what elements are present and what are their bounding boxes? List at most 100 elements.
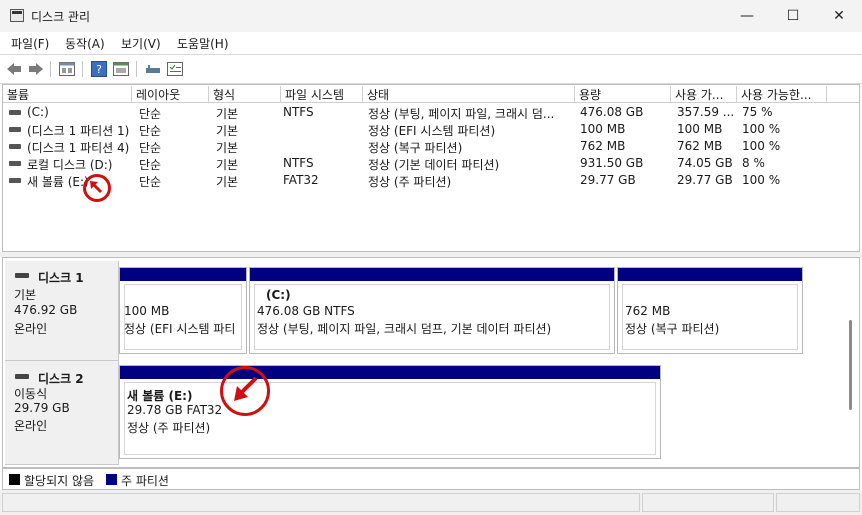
disk-icon — [15, 273, 29, 278]
menu-bar: 파일(F) 동작(A) 보기(V) 도움말(H) — [0, 32, 862, 54]
partition-size: 100 MB — [124, 304, 170, 318]
partition-title: (C:) — [266, 288, 291, 302]
cell-free-space: 357.59 ... — [677, 105, 735, 119]
cell-percent-free: 100 % — [742, 139, 781, 153]
toolbar: ? — [0, 54, 862, 84]
column-free-space[interactable]: 사용 가... — [671, 86, 737, 103]
cell-capacity: 476.08 GB — [580, 105, 644, 119]
cell-status: 정상 (부팅, 페이지 파일, 크래시 덤... — [368, 107, 555, 121]
disk-name: 디스크 1 — [38, 271, 84, 285]
volume-list-header: 볼륨 레이아웃 형식 파일 시스템 상태 용량 사용 가... 사용 가능한..… — [3, 85, 859, 103]
cell-type: 기본 — [216, 107, 239, 121]
partition-type-bar — [120, 268, 246, 281]
forward-arrow-icon[interactable] — [27, 60, 45, 78]
cell-layout: 단순 — [139, 107, 162, 121]
status-segment — [776, 493, 860, 512]
annotation-circle — [83, 174, 111, 202]
drive-icon — [9, 127, 21, 132]
partition-c[interactable]: (C:) 476.08 GB NTFS 정상 (부팅, 페이지 파일, 크래시 … — [249, 267, 615, 354]
cell-free-space: 29.77 GB — [677, 173, 733, 187]
cell-file-system: NTFS — [283, 156, 314, 170]
partition-type-bar — [618, 268, 802, 281]
column-volume[interactable]: 볼륨 — [3, 86, 132, 103]
drive-icon — [9, 178, 21, 183]
partition-size: 762 MB — [625, 304, 671, 318]
menu-action[interactable]: 동작(A) — [65, 35, 105, 52]
table-row[interactable]: 로컬 디스크 (D:) 단순 기본 NTFS 정상 (기본 데이터 파티션) 9… — [3, 155, 859, 172]
cell-percent-free: 100 % — [742, 122, 781, 136]
disk-2-label[interactable]: 디스크 2 이동식 29.79 GB 온라인 — [5, 361, 119, 465]
partition-recovery[interactable]: 762 MB 정상 (복구 파티션) — [617, 267, 803, 354]
disk-graphical-view: 디스크 1 기본 476.92 GB 온라인 100 MB 정상 (EFI 시스… — [2, 257, 860, 468]
cell-file-system: FAT32 — [283, 173, 319, 187]
cell-volume: (디스크 1 파티션 4) — [27, 141, 130, 155]
menu-view[interactable]: 보기(V) — [121, 35, 161, 52]
properties-icon[interactable] — [58, 60, 76, 78]
primary-partition-swatch — [106, 474, 117, 485]
disk-management-app-icon — [10, 9, 24, 22]
partition-legend: 할당되지 않음 주 파티션 — [2, 468, 860, 490]
svg-text:?: ? — [96, 63, 102, 76]
cell-status: 정상 (기본 데이터 파티션) — [368, 158, 500, 172]
cell-percent-free: 100 % — [742, 173, 781, 187]
table-row[interactable]: (디스크 1 파티션 1) 단순 기본 정상 (EFI 시스템 파티션) 100… — [3, 121, 859, 138]
disk-view-icon[interactable] — [144, 60, 162, 78]
legend-unallocated-label: 할당되지 않음 — [24, 474, 95, 488]
cell-percent-free: 75 % — [742, 105, 773, 119]
cell-capacity: 29.77 GB — [580, 173, 636, 187]
cell-type: 기본 — [216, 141, 239, 155]
column-type[interactable]: 형식 — [209, 86, 281, 103]
disk-kind: 이동식 — [14, 387, 48, 401]
maximize-button[interactable]: ☐ — [770, 0, 816, 32]
status-segment — [2, 493, 640, 512]
column-percent-free[interactable]: 사용 가능한... — [737, 86, 827, 103]
cell-free-space: 100 MB — [677, 122, 723, 136]
partition-status: 정상 (복구 파티션) — [625, 322, 720, 336]
table-row[interactable]: 새 볼륨 (E:) 단순 기본 FAT32 정상 (주 파티션) 29.77 G… — [3, 172, 859, 189]
partition-type-bar — [120, 366, 660, 379]
column-file-system[interactable]: 파일 시스템 — [281, 86, 363, 103]
disk-state: 온라인 — [14, 322, 48, 336]
window-title: 디스크 관리 — [31, 10, 91, 24]
console-icon[interactable] — [112, 60, 130, 78]
cell-layout: 단순 — [139, 124, 162, 138]
back-arrow-icon[interactable] — [5, 60, 23, 78]
title-bar: 디스크 관리 — ☐ ✕ — [0, 0, 862, 32]
cell-layout: 단순 — [139, 175, 162, 189]
cell-volume: 로컬 디스크 (D:) — [27, 158, 113, 172]
volume-list: 볼륨 레이아웃 형식 파일 시스템 상태 용량 사용 가... 사용 가능한..… — [2, 84, 860, 252]
column-capacity[interactable]: 용량 — [575, 86, 671, 103]
vertical-scrollbar[interactable] — [844, 258, 858, 467]
cell-free-space: 762 MB — [677, 139, 723, 153]
menu-file[interactable]: 파일(F) — [11, 35, 49, 52]
cell-capacity: 931.50 GB — [580, 156, 644, 170]
cell-status: 정상 (EFI 시스템 파티션) — [368, 124, 496, 138]
status-segment — [642, 493, 774, 512]
drive-icon — [9, 144, 21, 149]
checklist-icon[interactable] — [166, 60, 184, 78]
annotation-circle — [220, 366, 270, 416]
partition-e[interactable]: 새 볼륨 (E:) 29.78 GB FAT32 정상 (주 파티션) — [119, 365, 661, 459]
scrollbar-thumb[interactable] — [849, 320, 852, 410]
table-row[interactable]: (C:) 단순 기본 NTFS 정상 (부팅, 페이지 파일, 크래시 덤...… — [3, 104, 859, 121]
disk-state: 온라인 — [14, 419, 48, 433]
minimize-button[interactable]: — — [724, 0, 770, 32]
disk-1-label[interactable]: 디스크 1 기본 476.92 GB 온라인 — [5, 261, 119, 361]
cell-status: 정상 (주 파티션) — [368, 175, 452, 189]
status-bar — [0, 490, 862, 515]
cell-volume: (디스크 1 파티션 1) — [27, 124, 130, 138]
column-status[interactable]: 상태 — [363, 86, 575, 103]
table-row[interactable]: (디스크 1 파티션 4) 단순 기본 정상 (복구 파티션) 762 MB 7… — [3, 138, 859, 155]
legend-primary-label: 주 파티션 — [121, 474, 169, 488]
menu-help[interactable]: 도움말(H) — [177, 35, 229, 52]
cell-type: 기본 — [216, 158, 239, 172]
cell-capacity: 762 MB — [580, 139, 626, 153]
cell-percent-free: 8 % — [742, 156, 765, 170]
partition-status: 정상 (EFI 시스템 파티 — [124, 322, 236, 336]
column-layout[interactable]: 레이아웃 — [132, 86, 209, 103]
unallocated-swatch — [9, 474, 20, 485]
cell-type: 기본 — [216, 175, 239, 189]
help-icon[interactable]: ? — [90, 60, 108, 78]
close-button[interactable]: ✕ — [816, 0, 862, 32]
partition-efi[interactable]: 100 MB 정상 (EFI 시스템 파티 — [119, 267, 247, 354]
